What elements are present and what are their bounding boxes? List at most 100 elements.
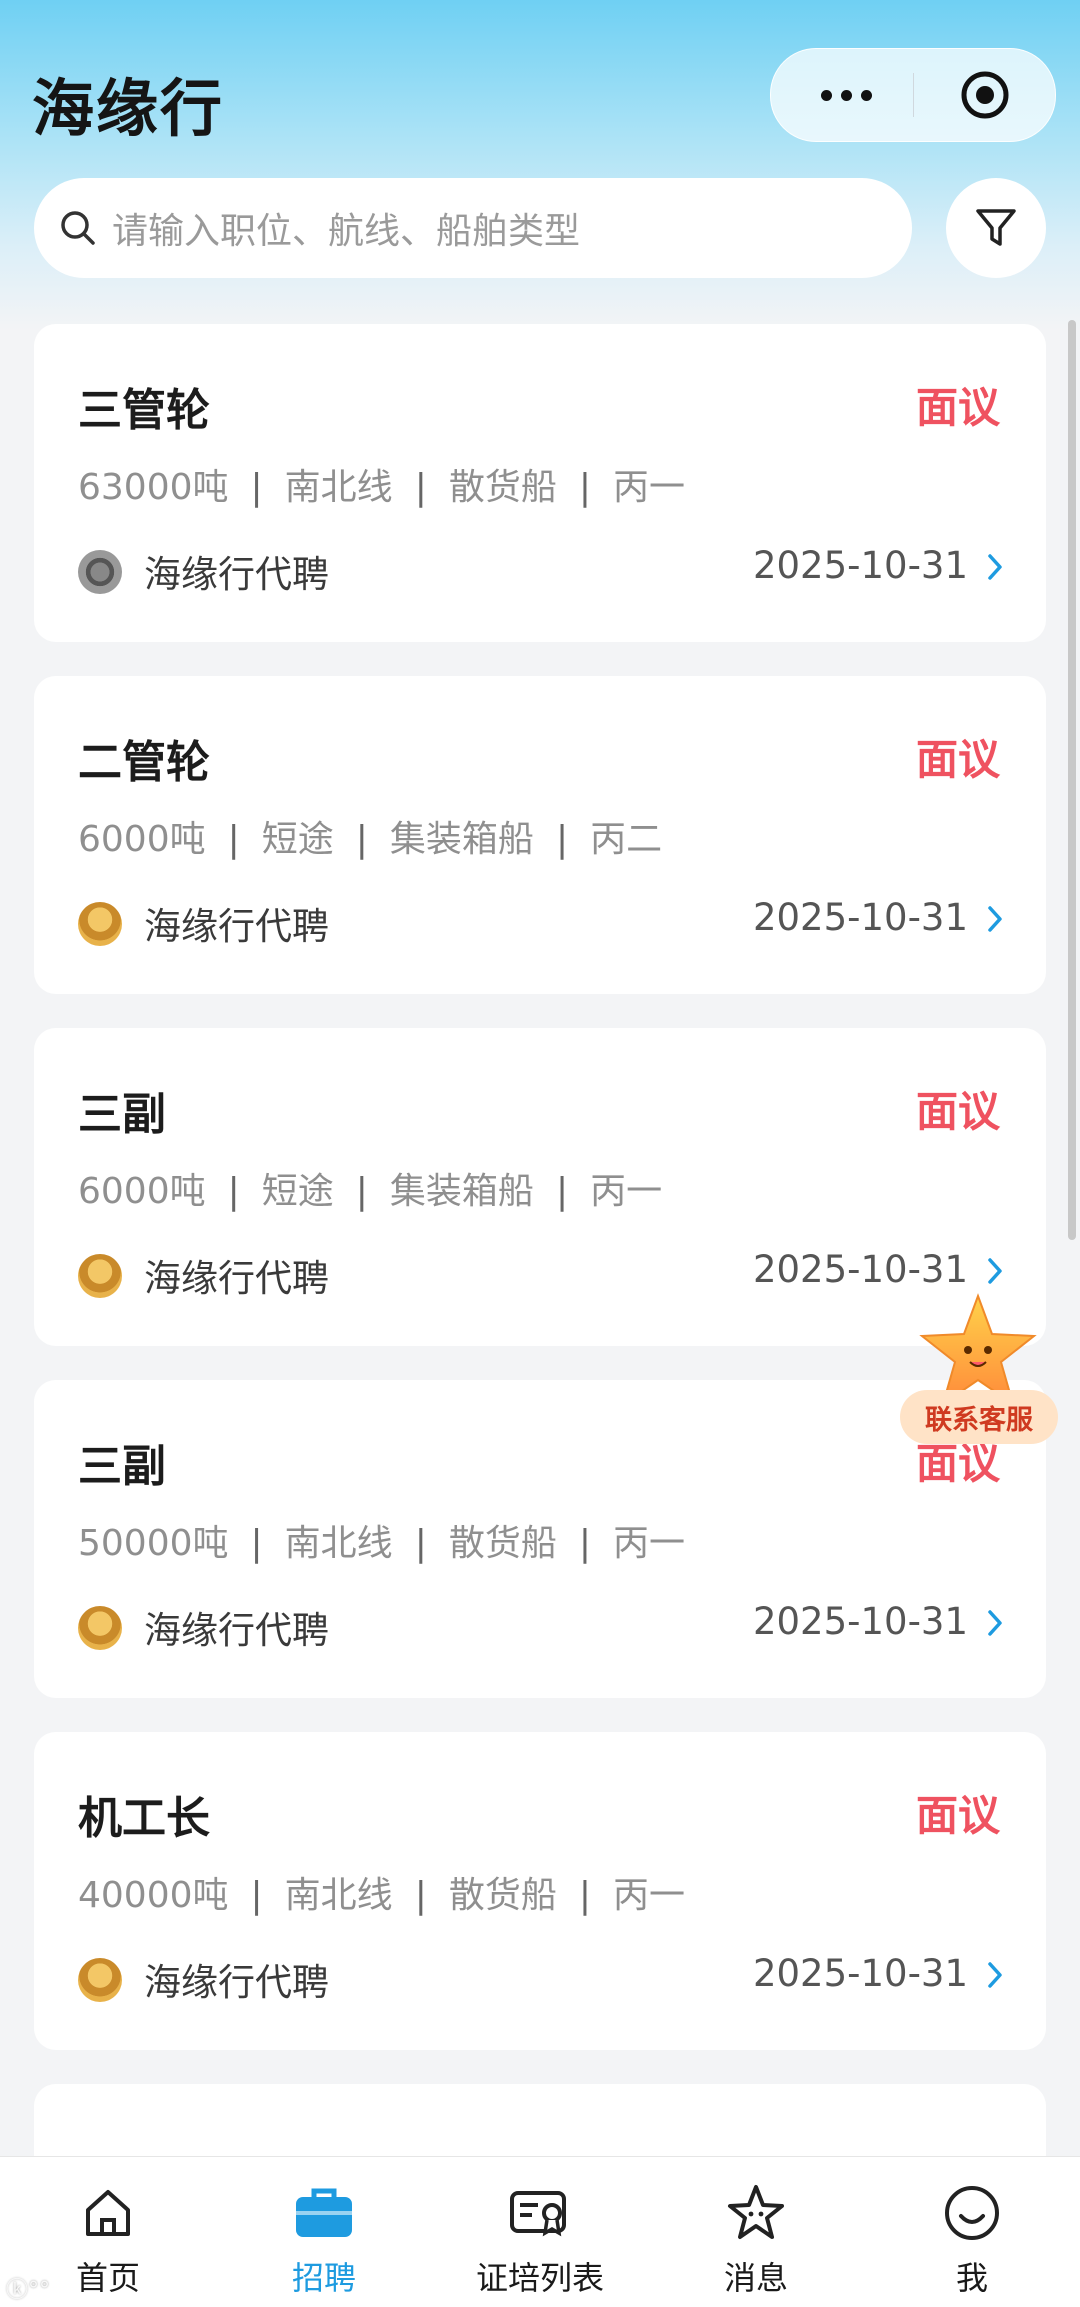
tab-certificate-list[interactable]: 证培列表 [432, 2157, 648, 2307]
search-icon [61, 211, 95, 245]
miniprogram-capsule [770, 48, 1056, 142]
job-tag: 丙一 [612, 467, 685, 508]
tag-separator: | [555, 819, 569, 860]
home-icon [86, 2190, 130, 2236]
tag-separator: | [227, 1171, 240, 1212]
agent-avatar [78, 1958, 122, 2002]
post-date: 2025-10-31 [752, 1248, 968, 1291]
job-title: 三副 [78, 1441, 166, 1492]
agent-name: 海缘行代聘 [144, 553, 329, 596]
agent-avatar [78, 1254, 122, 1298]
post-date: 2025-10-31 [752, 1952, 968, 1995]
chevron-right-icon [988, 1610, 1002, 1636]
job-card[interactable]: 三副 面议 6000吨 | 短途 | 集装箱船 | 丙一 海缘行代聘 2025-10-31 [34, 1028, 1046, 1346]
tag-separator: | [555, 1171, 569, 1212]
tag-separator: | [414, 467, 427, 508]
contact-service-label: 联系客服 [900, 1390, 1058, 1444]
job-tag: 集装箱船 [389, 819, 534, 860]
filter-icon [976, 209, 1016, 246]
dot [820, 89, 832, 101]
post-date: 2025-10-31 [752, 896, 968, 939]
tag-separator: | [355, 1171, 368, 1212]
tab-label: 招聘 [291, 2259, 356, 2297]
job-card[interactable]: 二管轮 面议 6000吨 | 短途 | 集装箱船 | 丙二 海缘行代聘 2025-10-31 [34, 676, 1046, 994]
dot [860, 89, 872, 101]
smile-icon [945, 2186, 999, 2240]
job-card[interactable]: 机工长 面议 40000吨 | 南北线 | 散货船 | 丙一 海缘行代聘 2025-10-3… [34, 1732, 1046, 2050]
bottom-tab-bar: 首页 招聘 证培列表 消息 我 [0, 2156, 1080, 2307]
job-tag: 集装箱船 [389, 1171, 534, 1212]
job-tag: 散货船 [448, 1875, 557, 1916]
job-tag: 短途 [261, 1171, 334, 1212]
salary-label: 面议 [915, 383, 1000, 432]
post-date: 2025-10-31 [752, 1600, 968, 1643]
salary-label: 面议 [915, 1087, 1000, 1136]
job-tag: 6000吨 [78, 819, 206, 860]
salary-label: 面议 [915, 735, 1000, 784]
chevron-right-icon [988, 1962, 1002, 1988]
search-bar[interactable]: 请输入职位、航线、船舶类型 [34, 178, 912, 278]
tab-label: 证培列表 [475, 2259, 604, 2297]
search-placeholder: 请输入职位、航线、船舶类型 [112, 211, 581, 252]
job-tag: 63000吨 [78, 467, 229, 508]
more-menu-button[interactable] [811, 49, 881, 141]
tab-me[interactable]: 我 [864, 2157, 1080, 2307]
close-miniprogram-icon[interactable] [959, 69, 1011, 121]
job-tag: 丙一 [612, 1875, 685, 1916]
tab-label: 我 [955, 2259, 988, 2297]
tag-separator: | [414, 1523, 427, 1564]
scrollbar[interactable] [1068, 320, 1076, 1240]
tab-messages[interactable]: 消息 [648, 2157, 864, 2307]
filter-button[interactable] [946, 178, 1046, 278]
job-tag: 南北线 [284, 467, 393, 508]
job-tag: 50000吨 [78, 1523, 229, 1564]
job-tag: 丙一 [612, 1523, 685, 1564]
chevron-right-icon [988, 554, 1002, 580]
tag-separator: | [578, 1523, 591, 1564]
briefcase-icon [296, 2188, 352, 2237]
agent-avatar [78, 1606, 122, 1650]
tag-separator: | [250, 1523, 263, 1564]
job-tags: 50000吨 | 南北线 | 散货船 | 丙一 [78, 1514, 685, 1566]
chevron-right-icon [988, 906, 1002, 932]
salary-label: 面议 [915, 1791, 1000, 1840]
job-title: 二管轮 [78, 737, 210, 788]
job-tags: 40000吨 | 南北线 | 散货船 | 丙一 [78, 1866, 685, 1918]
agent-avatar [78, 902, 122, 946]
agent-name: 海缘行代聘 [144, 1961, 329, 2004]
tag-separator: | [250, 1875, 263, 1916]
page-title: 海缘行 [32, 72, 225, 145]
job-title: 机工长 [78, 1793, 210, 1844]
job-card[interactable]: 三副 面议 50000吨 | 南北线 | 散货船 | 丙一 海缘行代聘 2025-10-31 [34, 1380, 1046, 1698]
chevron-right-icon [988, 1258, 1002, 1284]
watermark: ⓚ°° [6, 2278, 51, 2303]
job-tag: 40000吨 [78, 1875, 229, 1916]
job-title: 三副 [78, 1089, 166, 1140]
job-tag: 丙二 [590, 819, 663, 860]
agent-name: 海缘行代聘 [144, 905, 329, 948]
job-tag: 南北线 [284, 1523, 393, 1564]
job-card[interactable]: 三管轮 面议 63000吨 | 南北线 | 散货船 | 丙一 海缘行代聘 2025-10-3… [34, 324, 1046, 642]
job-tag: 散货船 [448, 467, 557, 508]
tab-recruit[interactable]: 招聘 [216, 2157, 432, 2307]
tag-separator: | [355, 819, 368, 860]
agent-name: 海缘行代聘 [144, 1257, 329, 1300]
job-tags: 63000吨 | 南北线 | 散货船 | 丙一 [78, 458, 685, 510]
job-tag: 散货船 [448, 1523, 557, 1564]
capsule-divider [913, 73, 914, 117]
agent-name: 海缘行代聘 [144, 1609, 329, 1652]
star-icon [728, 2185, 784, 2239]
tag-separator: | [250, 467, 263, 508]
agent-avatar [78, 550, 122, 594]
tag-separator: | [414, 1875, 427, 1916]
tab-label: 消息 [723, 2259, 788, 2297]
tag-separator: | [227, 819, 240, 860]
tag-separator: | [578, 1875, 591, 1916]
job-tag: 丙一 [590, 1171, 663, 1212]
job-tag: 短途 [261, 819, 334, 860]
job-tags: 6000吨 | 短途 | 集装箱船 | 丙二 [78, 810, 662, 862]
tag-separator: | [578, 467, 591, 508]
contact-service-button[interactable]: 联系客服 [900, 1292, 1060, 1452]
job-title: 三管轮 [78, 385, 210, 436]
job-tags: 6000吨 | 短途 | 集装箱船 | 丙一 [78, 1162, 662, 1214]
